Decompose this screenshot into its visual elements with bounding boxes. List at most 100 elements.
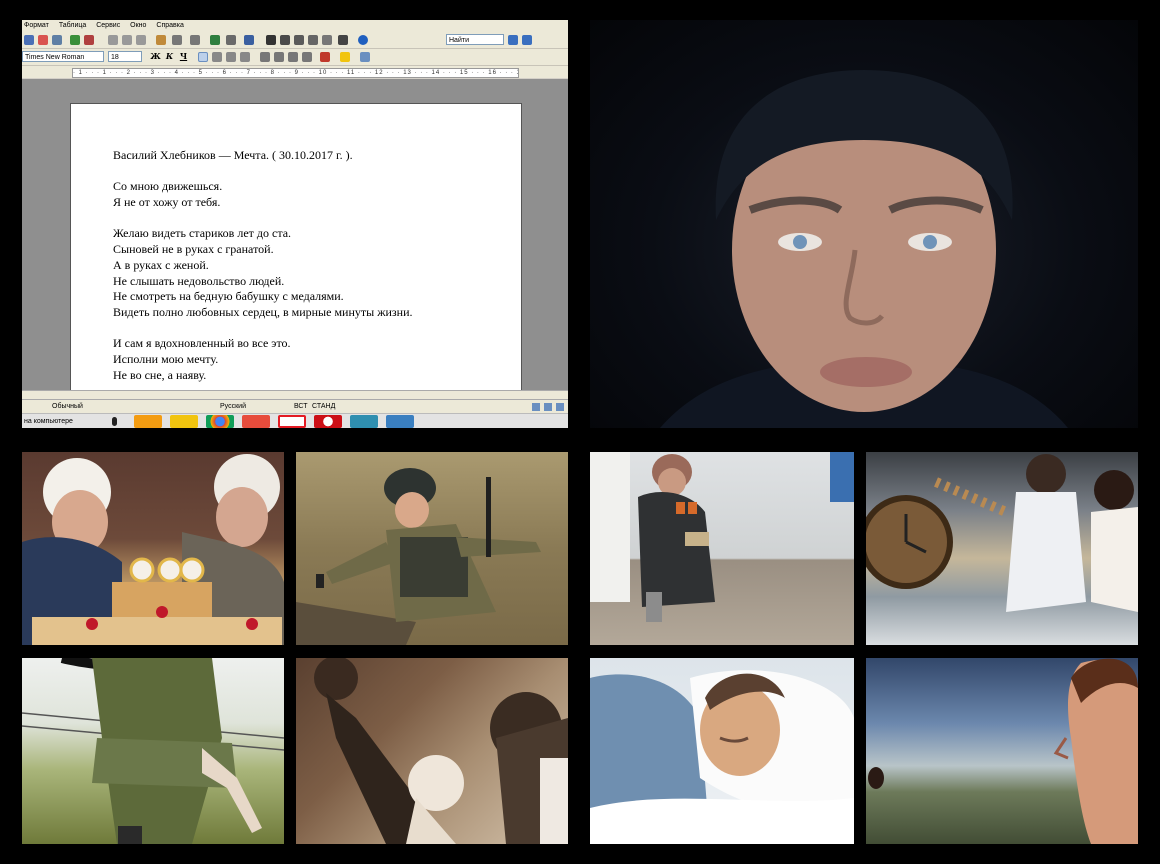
pdf-export-icon[interactable] [38, 35, 48, 45]
title-line: Василий Хлебников — Мечта. ( 30.10.2017 … [113, 148, 353, 162]
old-woman-illustration [590, 452, 854, 622]
poem-line: Сыновей не в руках с гранатой. [113, 242, 274, 257]
standard-toolbar: Найти [22, 32, 568, 49]
status-language[interactable]: Русский [220, 400, 246, 414]
cake-illustration [22, 454, 284, 645]
clone-format-icon[interactable] [156, 35, 166, 45]
menu-item-tools[interactable]: Сервис [96, 22, 120, 29]
poem-line: И сам я вдохновленный во все это. [113, 336, 291, 351]
table-icon[interactable] [226, 35, 236, 45]
poem-line: Исполни мою мечту. [113, 352, 219, 367]
formatting-toolbar: Times New Roman 18 Ж К Ч [22, 49, 568, 66]
poem-line: Не во сне, а наяву. [113, 367, 207, 382]
soldier-illustration [296, 468, 541, 645]
find-prev-icon[interactable] [522, 35, 532, 45]
menu-item-table[interactable]: Таблица [59, 22, 86, 29]
cut-icon[interactable] [108, 35, 118, 45]
font-name-select[interactable]: Times New Roman [22, 51, 104, 62]
menu-item-window[interactable]: Окно [130, 22, 146, 29]
poem-line: Не смотреть на бедную бабушку с медалями… [113, 289, 344, 304]
menu-item-help[interactable]: Справка [156, 22, 183, 29]
poem-line: Видеть полно любовных сердец, в мирные м… [113, 305, 413, 319]
italic-button[interactable]: К [164, 51, 175, 62]
sleeping-man-photo [590, 658, 854, 844]
yandex-browser-icon[interactable] [278, 415, 306, 428]
fists-illustration [314, 658, 568, 844]
couple-by-sea-clock-photo [866, 452, 1138, 645]
status-bar: Обычный Русский ВСТ СТАНД [22, 399, 568, 414]
file-explorer-icon[interactable] [170, 415, 198, 428]
nonprint-chars-icon[interactable] [322, 35, 332, 45]
print-icon[interactable] [52, 35, 62, 45]
copy-icon[interactable] [122, 35, 132, 45]
find-replace-icon[interactable] [266, 35, 276, 45]
view-multipage-icon[interactable] [544, 403, 552, 411]
datasource-icon[interactable] [308, 35, 318, 45]
show-draw-icon[interactable] [244, 35, 254, 45]
decrease-indent-icon[interactable] [288, 52, 298, 62]
yandex-icon[interactable] [242, 415, 270, 428]
numbering-icon[interactable] [260, 52, 270, 62]
horizontal-scrollbar[interactable] [22, 390, 568, 399]
align-right-icon[interactable] [226, 52, 236, 62]
open-icon[interactable] [24, 35, 34, 45]
help-icon[interactable] [358, 35, 368, 45]
embrace-illustration [22, 658, 284, 844]
ruler-scale: · 1 · · · 1 · · · 2 · · · 3 · · · 4 · · … [72, 68, 519, 78]
find-next-icon[interactable] [508, 35, 518, 45]
background-color-icon[interactable] [360, 52, 370, 62]
align-center-icon[interactable] [212, 52, 222, 62]
highlight-icon[interactable] [340, 52, 350, 62]
microphone-icon[interactable] [112, 417, 117, 426]
status-style[interactable]: Обычный [52, 400, 83, 414]
document-area[interactable]: Василий Хлебников — Мечта. ( 30.10.2017 … [22, 79, 568, 405]
young-man-sky-photo [866, 658, 1138, 844]
taskbar-search-label[interactable]: на компьютере [24, 414, 73, 428]
writer-window: Формат Таблица Сервис Окно Справка Найти… [22, 20, 568, 428]
font-size-select[interactable]: 18 [108, 51, 142, 62]
justify-icon[interactable] [240, 52, 250, 62]
document-text[interactable]: Василий Хлебников — Мечта. ( 30.10.2017 … [113, 148, 513, 384]
menu-bar: Формат Таблица Сервис Окно Справка [22, 20, 568, 32]
ruler[interactable]: · 1 · · · 1 · · · 2 · · · 3 · · · 4 · · … [22, 66, 568, 78]
soldier-with-grenade-photo [296, 452, 568, 645]
soldier-embracing-woman-photo [22, 658, 284, 844]
poem-line: Желаю видеть стариков лет до ста. [113, 226, 292, 241]
poem-line: А в руках с женой. [113, 257, 209, 272]
taskbar: на компьютере [22, 413, 568, 428]
align-left-icon[interactable] [198, 52, 208, 62]
poem-line: Со мною движешься. [113, 179, 223, 194]
spellcheck-icon[interactable] [70, 35, 80, 45]
protest-fists-photo [296, 658, 568, 844]
undo-icon[interactable] [172, 35, 182, 45]
zoom-icon[interactable] [338, 35, 348, 45]
underline-button[interactable]: Ч [178, 51, 189, 62]
status-selection-mode[interactable]: СТАНД [312, 400, 335, 414]
bold-button[interactable]: Ж [150, 51, 161, 62]
writer-taskbar-icon[interactable] [386, 415, 414, 428]
hyperlink-icon[interactable] [210, 35, 220, 45]
status-insert-mode[interactable]: ВСТ [294, 400, 308, 414]
sleeper-illustration [590, 670, 854, 844]
redo-icon[interactable] [190, 35, 200, 45]
portrait-illustration [660, 70, 1068, 428]
font-color-icon[interactable] [320, 52, 330, 62]
document-page[interactable]: Василий Хлебников — Мечта. ( 30.10.2017 … [70, 103, 522, 405]
chrome-icon[interactable] [206, 415, 234, 428]
autospellcheck-icon[interactable] [84, 35, 94, 45]
find-field[interactable]: Найти [446, 34, 504, 45]
gallery-icon[interactable] [294, 35, 304, 45]
paste-icon[interactable] [136, 35, 146, 45]
view-layout-icon[interactable] [532, 403, 540, 411]
menu-item-format[interactable]: Формат [24, 22, 49, 29]
navigator-icon[interactable] [280, 35, 290, 45]
bullets-icon[interactable] [274, 52, 284, 62]
media-player-icon[interactable] [134, 415, 162, 428]
increase-indent-icon[interactable] [302, 52, 312, 62]
couple-illustration [866, 454, 1138, 612]
poem-line: Я не от хожу от тебя. [113, 195, 221, 210]
opera-icon[interactable] [314, 415, 342, 428]
poem-line: Не слышать недовольство людей. [113, 273, 285, 288]
app-icon[interactable] [350, 415, 378, 428]
view-book-icon[interactable] [556, 403, 564, 411]
